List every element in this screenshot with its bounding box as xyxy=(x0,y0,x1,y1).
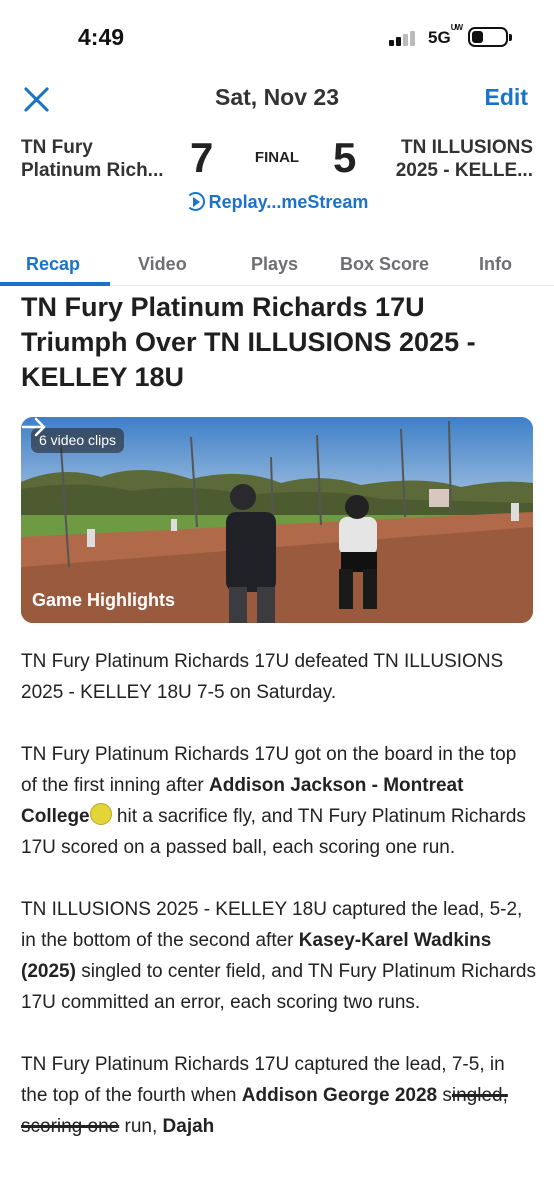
video-title: Game Highlights xyxy=(32,590,176,610)
tab-video[interactable]: Video xyxy=(138,254,187,275)
tab-box-score[interactable]: Box Score xyxy=(340,254,429,275)
recap-paragraph: TN Fury Platinum Richards 17U got on the… xyxy=(21,739,536,863)
tab-recap[interactable]: Recap xyxy=(26,254,80,275)
game-highlights-video[interactable]: 6 video clips Game Highlights xyxy=(21,417,533,623)
home-team-line2: 2025 - KELLE... xyxy=(395,160,533,181)
active-tab-indicator xyxy=(0,282,110,286)
replay-label: Replay...meStream xyxy=(208,192,369,212)
player-link[interactable]: Dajah xyxy=(163,1116,215,1137)
home-team-name[interactable]: TN ILLUSIONS 2025 - KELLE... xyxy=(396,136,533,182)
signal-icon xyxy=(389,30,417,46)
network-suffix: UW xyxy=(450,23,463,33)
softball-icon xyxy=(89,803,112,825)
player-link[interactable]: Addison George 2028 xyxy=(242,1085,437,1106)
home-score: 5 xyxy=(333,134,357,181)
recap-paragraph: TN ILLUSIONS 2025 - KELLEY 18U captured … xyxy=(21,894,536,1018)
home-team-line1: TN ILLUSIONS xyxy=(401,137,533,158)
replay-link[interactable]: Replay...meStream xyxy=(0,192,554,216)
status-time: 4:49 xyxy=(78,24,125,50)
tab-info[interactable]: Info xyxy=(479,254,512,275)
scoreboard: TN Fury Platinum Rich... 7 FINAL 5 TN IL… xyxy=(0,130,554,190)
network-indicator: 5GUW xyxy=(428,23,463,48)
recap-text: run, xyxy=(119,1116,163,1137)
arrow-right-icon xyxy=(21,417,46,437)
page-title: Sat, Nov 23 xyxy=(215,84,339,110)
recap-paragraph: TN Fury Platinum Richards 17U captured t… xyxy=(21,1049,536,1142)
replay-icon xyxy=(185,192,205,211)
tab-plays[interactable]: Plays xyxy=(251,254,298,275)
network-label: 5G xyxy=(428,28,451,47)
recap-text: singled to center field, and TN Fury Pla… xyxy=(21,961,537,1013)
battery-icon xyxy=(468,27,512,47)
recap-headline: TN Fury Platinum Richards 17U Triumph Ov… xyxy=(21,292,476,392)
recap-text: s xyxy=(437,1085,452,1106)
edit-button[interactable]: Edit xyxy=(485,84,528,111)
tab-bar: Recap Video Plays Box Score Info xyxy=(0,240,554,286)
status-bar: 4:49 5GUW xyxy=(0,0,554,74)
recap-paragraph: TN Fury Platinum Richards 17U defeated T… xyxy=(21,651,504,703)
nav-bar: Sat, Nov 23 Edit xyxy=(0,74,554,120)
recap-article: TN Fury Platinum Richards 17U defeated T… xyxy=(21,646,536,1173)
